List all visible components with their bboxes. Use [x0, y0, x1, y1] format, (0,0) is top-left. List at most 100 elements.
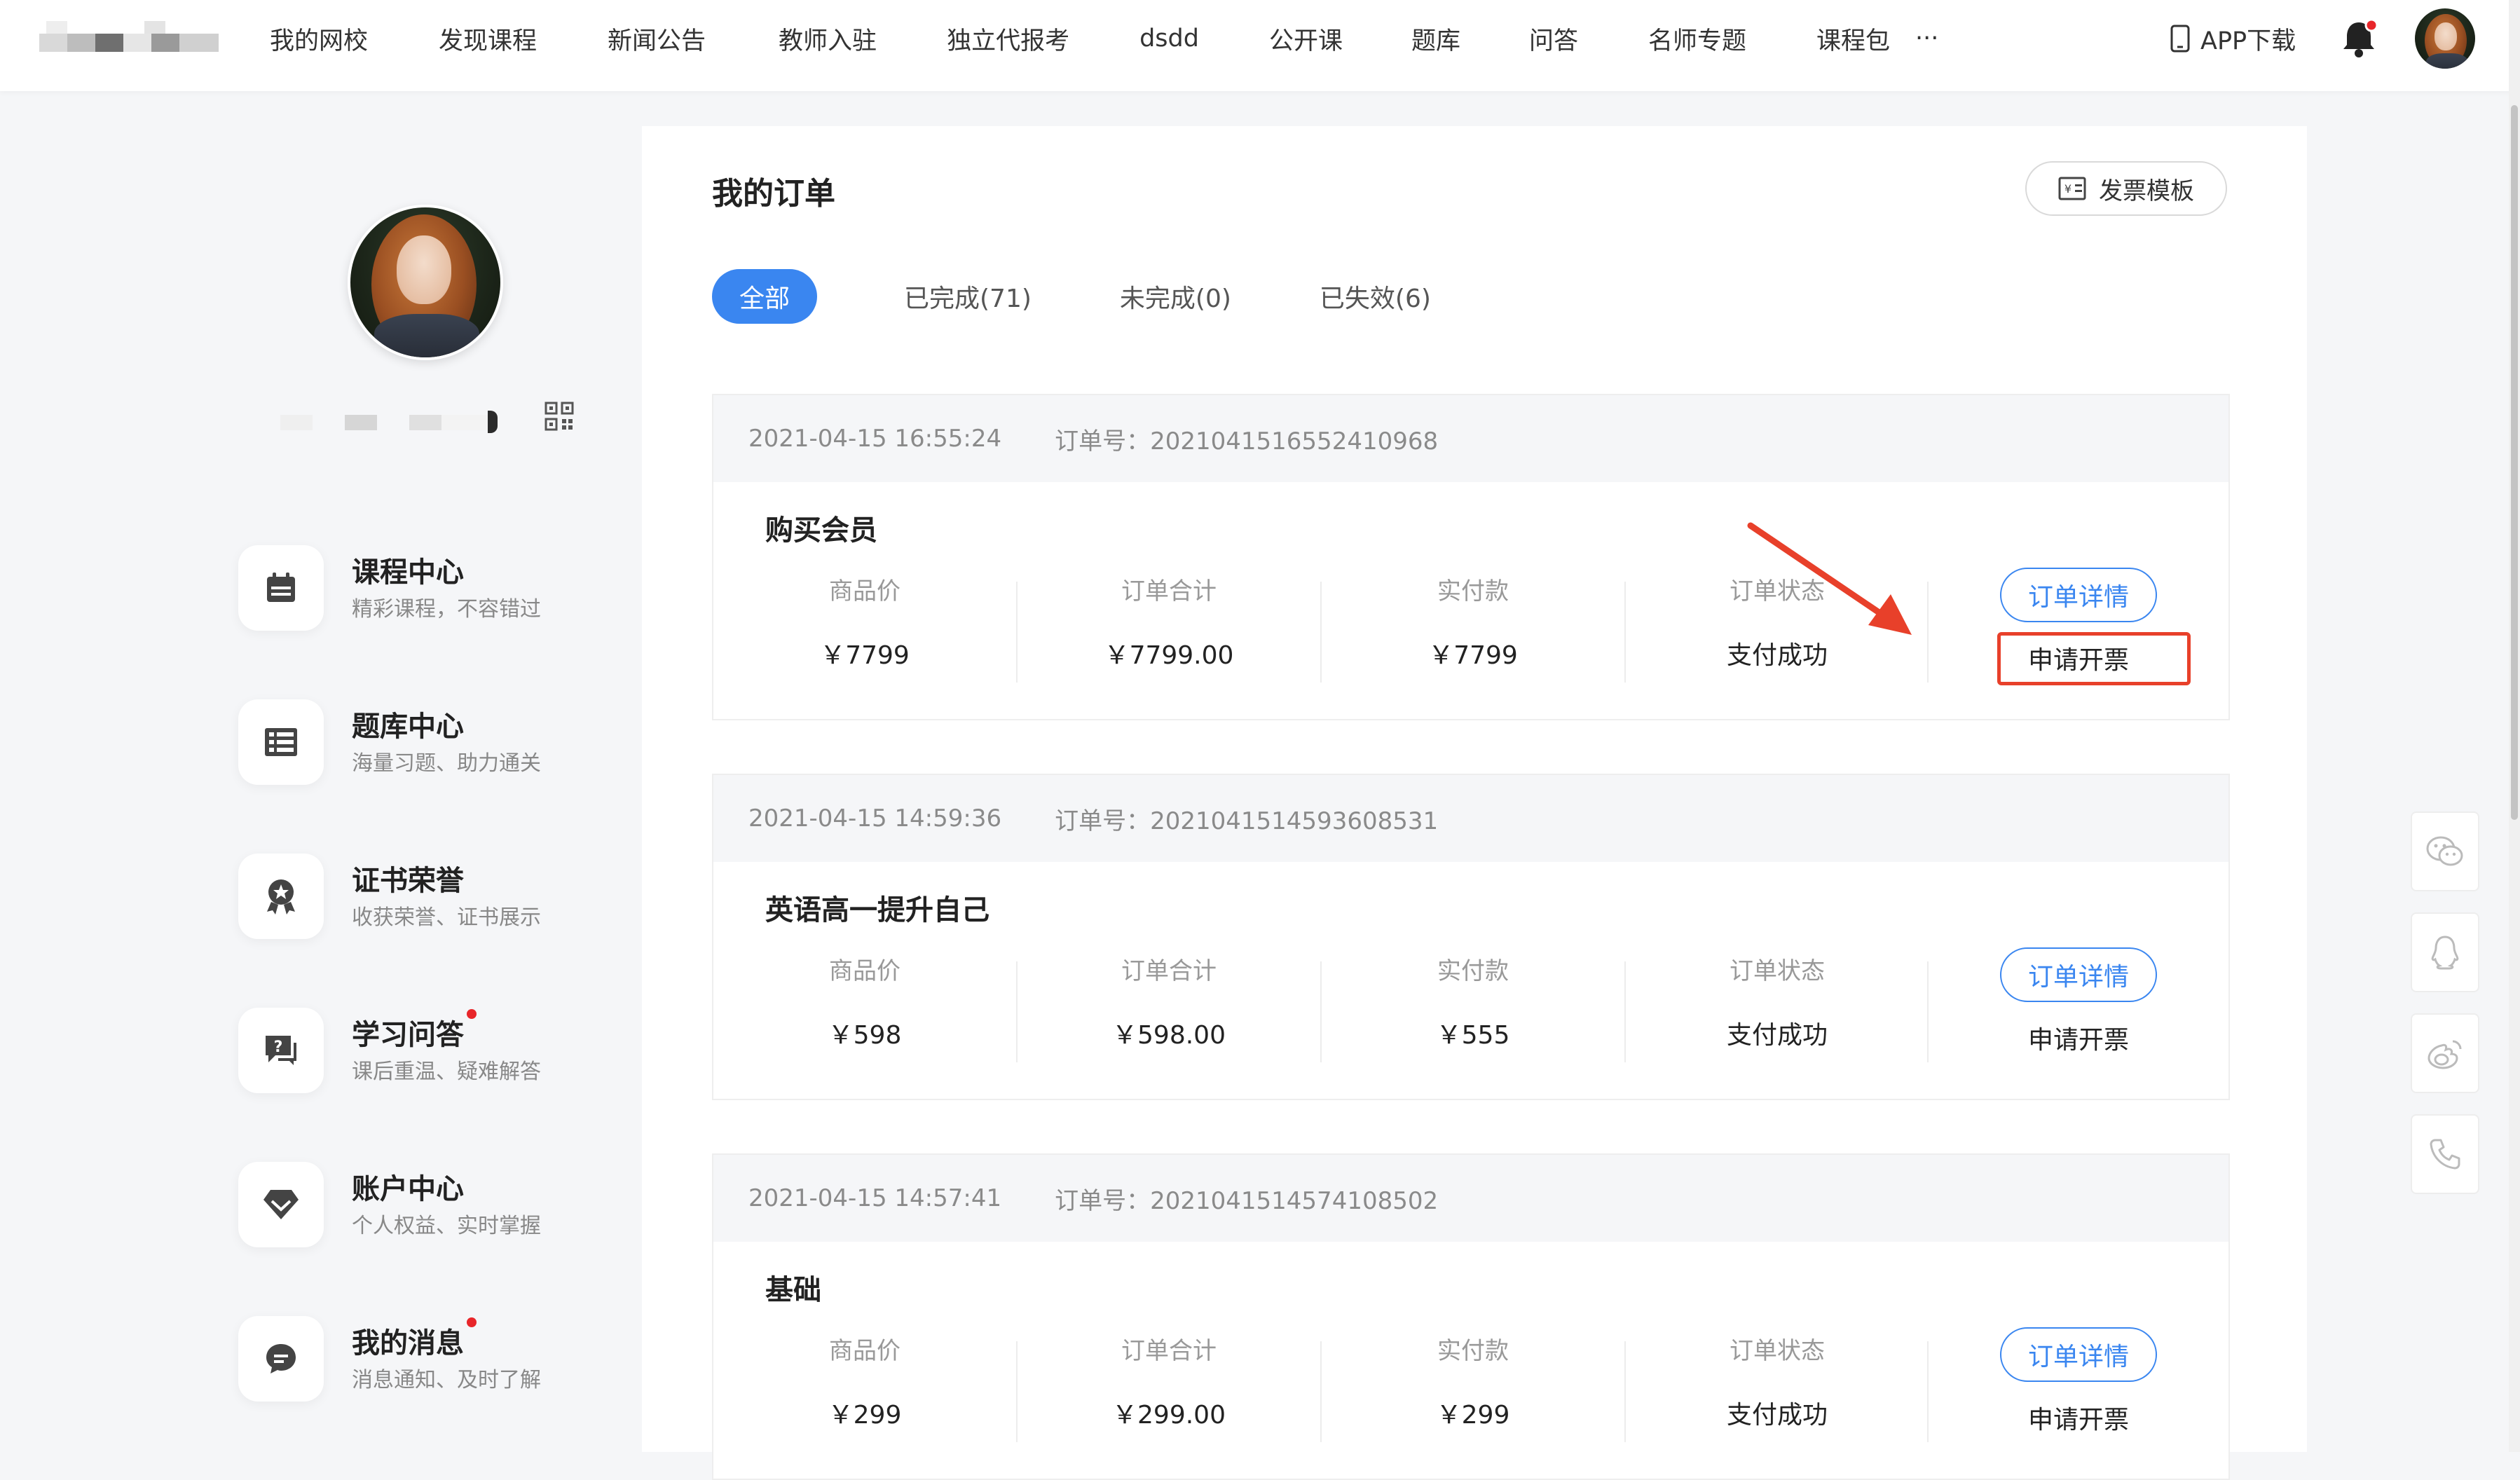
sidebar-item-subtitle: 精彩课程，不容错过 — [352, 597, 541, 622]
sidebar-item-subtitle: 消息通知、及时了解 — [352, 1368, 541, 1392]
qa-icon: ? — [238, 1008, 324, 1093]
question-bank-icon — [238, 699, 324, 785]
profile-avatar[interactable] — [348, 205, 503, 360]
qq-icon[interactable] — [2411, 912, 2479, 992]
sidebar-item-subtitle: 海量习题、助力通关 — [352, 751, 541, 776]
col-price: 商品价 ￥598 — [713, 957, 1016, 1051]
order-detail-button[interactable]: 订单详情 — [2000, 1327, 2157, 1382]
sidebar-item-learning-qa[interactable]: ? 学习问答 课后重温、疑难解答 — [238, 1002, 617, 1156]
scrollbar-thumb[interactable] — [2511, 105, 2518, 820]
col-total: 订单合计 ￥299.00 — [1018, 1337, 1320, 1431]
calendar-icon — [238, 545, 324, 631]
nav-independent-exam[interactable]: 独立代报考 — [947, 21, 1069, 57]
invoice-template-button[interactable]: ¥ 发票模板 — [2025, 161, 2227, 216]
top-navbar: 我的网校 发现课程 新闻公告 教师入驻 独立代报考 dsdd 公开课 题库 问答… — [0, 0, 2520, 91]
svg-text:?: ? — [274, 1039, 283, 1056]
col-value: ￥7799 — [820, 641, 910, 670]
sidebar-item-course-center[interactable]: 课程中心 精彩课程，不容错过 — [238, 540, 617, 694]
diamond-icon — [238, 1162, 324, 1247]
col-value: 支付成功 — [1726, 641, 1828, 670]
username-blurred — [280, 409, 533, 437]
col-label: 商品价 — [829, 577, 901, 605]
nav-question-bank[interactable]: 题库 — [1411, 21, 1460, 57]
apply-invoice-button[interactable]: 申请开票 — [2000, 1013, 2157, 1062]
order-time: 2021-04-15 14:57:41 — [748, 1184, 1002, 1212]
col-status: 订单状态 支付成功 — [1626, 957, 1929, 1051]
sidebar-item-subtitle: 个人权益、实时掌握 — [352, 1214, 541, 1238]
highlight-box — [1997, 632, 2191, 685]
unread-dot — [467, 1009, 477, 1019]
nav-dsdd[interactable]: dsdd — [1139, 25, 1199, 53]
order-card: 2021-04-15 14:57:41 订单号：2021041514574108… — [712, 1153, 2230, 1480]
col-value: ￥299 — [1436, 1401, 1510, 1430]
col-value: ￥555 — [1436, 1021, 1510, 1050]
col-value: ￥598.00 — [1112, 1021, 1226, 1050]
col-label: 实付款 — [1437, 957, 1509, 985]
user-avatar[interactable] — [2415, 8, 2475, 69]
app-download-label: APP下载 — [2200, 27, 2296, 55]
site-logo[interactable] — [39, 21, 221, 63]
nav-famous-teacher[interactable]: 名师专题 — [1648, 21, 1746, 57]
col-label: 商品价 — [829, 1337, 901, 1365]
tab-all[interactable]: 全部 — [712, 269, 817, 324]
nav-news[interactable]: 新闻公告 — [608, 21, 706, 57]
col-paid: 实付款 ￥7799 — [1322, 577, 1624, 671]
sidebar-item-account-center[interactable]: 账户中心 个人权益、实时掌握 — [238, 1156, 617, 1310]
sidebar-item-subtitle: 收获荣誉、证书展示 — [352, 905, 541, 930]
qrcode-icon[interactable] — [544, 401, 575, 432]
phone-device-icon — [2170, 25, 2190, 53]
sidebar-item-title: 证书荣誉 — [352, 865, 464, 897]
invoice-icon: ¥ — [2058, 177, 2086, 200]
sidebar-item-question-bank[interactable]: 题库中心 海量习题、助力通关 — [238, 694, 617, 848]
notification-bell-icon[interactable] — [2341, 18, 2378, 59]
nav-open-course[interactable]: 公开课 — [1269, 21, 1343, 57]
sidebar-item-certificates[interactable]: 证书荣誉 收获荣誉、证书展示 — [238, 848, 617, 1002]
sidebar-item-title: 账户中心 — [352, 1173, 464, 1205]
main-nav: 我的网校 发现课程 新闻公告 教师入驻 独立代报考 dsdd 公开课 题库 问答… — [270, 0, 1938, 77]
col-value: 支付成功 — [1726, 1021, 1828, 1050]
col-label: 订单合计 — [1121, 957, 1217, 985]
order-tabs: 全部 已完成(71) 未完成(0) 已失效(6) — [712, 269, 1431, 324]
nav-teacher-join[interactable]: 教师入驻 — [779, 21, 877, 57]
wechat-icon[interactable] — [2411, 811, 2479, 891]
sidebar-item-subtitle: 课后重温、疑难解答 — [352, 1060, 541, 1084]
order-number: 订单号：2021041514593608531 — [1055, 807, 1439, 835]
unread-dot — [467, 1317, 477, 1327]
tab-uncompleted[interactable]: 未完成(0) — [1120, 278, 1231, 315]
col-value: ￥7799.00 — [1104, 641, 1234, 670]
order-product-name: 基础 — [765, 1274, 821, 1306]
contact-float-bar — [2411, 811, 2479, 1215]
nav-more[interactable]: ··· — [1915, 25, 1938, 53]
order-detail-button[interactable]: 订单详情 — [2000, 568, 2157, 622]
tab-expired[interactable]: 已失效(6) — [1320, 278, 1431, 315]
col-paid: 实付款 ￥299 — [1322, 1337, 1624, 1431]
order-product-name: 购买会员 — [765, 514, 877, 547]
page-title: 我的订单 — [712, 176, 835, 212]
nav-my-school[interactable]: 我的网校 — [270, 21, 368, 57]
svg-text:¥: ¥ — [2064, 182, 2072, 196]
order-time: 2021-04-15 14:59:36 — [748, 804, 1002, 832]
phone-icon[interactable] — [2411, 1114, 2479, 1194]
order-card: 2021-04-15 16:55:24 订单号：2021041516552410… — [712, 394, 2230, 720]
col-label: 订单状态 — [1730, 957, 1825, 985]
sidebar-item-my-messages[interactable]: 我的消息 消息通知、及时了解 — [238, 1310, 617, 1465]
col-value: ￥299.00 — [1112, 1401, 1226, 1430]
app-download-link[interactable]: APP下载 — [2170, 20, 2296, 57]
col-value: 支付成功 — [1726, 1401, 1828, 1430]
order-detail-button[interactable]: 订单详情 — [2000, 947, 2157, 1002]
weibo-icon[interactable] — [2411, 1013, 2479, 1093]
col-status: 订单状态 支付成功 — [1626, 1337, 1929, 1431]
apply-invoice-button[interactable]: 申请开票 — [2000, 1393, 2157, 1442]
nav-qa[interactable]: 问答 — [1529, 21, 1578, 57]
nav-discover-courses[interactable]: 发现课程 — [439, 21, 537, 57]
col-label: 商品价 — [829, 957, 901, 985]
tab-completed[interactable]: 已完成(71) — [904, 278, 1032, 315]
sidebar-item-title: 课程中心 — [352, 556, 464, 589]
order-number: 订单号：2021041514574108502 — [1055, 1186, 1439, 1215]
col-value: ￥7799 — [1428, 641, 1518, 670]
message-icon — [238, 1316, 324, 1402]
col-label: 订单状态 — [1730, 1337, 1825, 1365]
nav-course-package[interactable]: 课程包 — [1816, 21, 1890, 57]
col-price: 商品价 ￥299 — [713, 1337, 1016, 1431]
col-label: 实付款 — [1437, 1337, 1509, 1365]
